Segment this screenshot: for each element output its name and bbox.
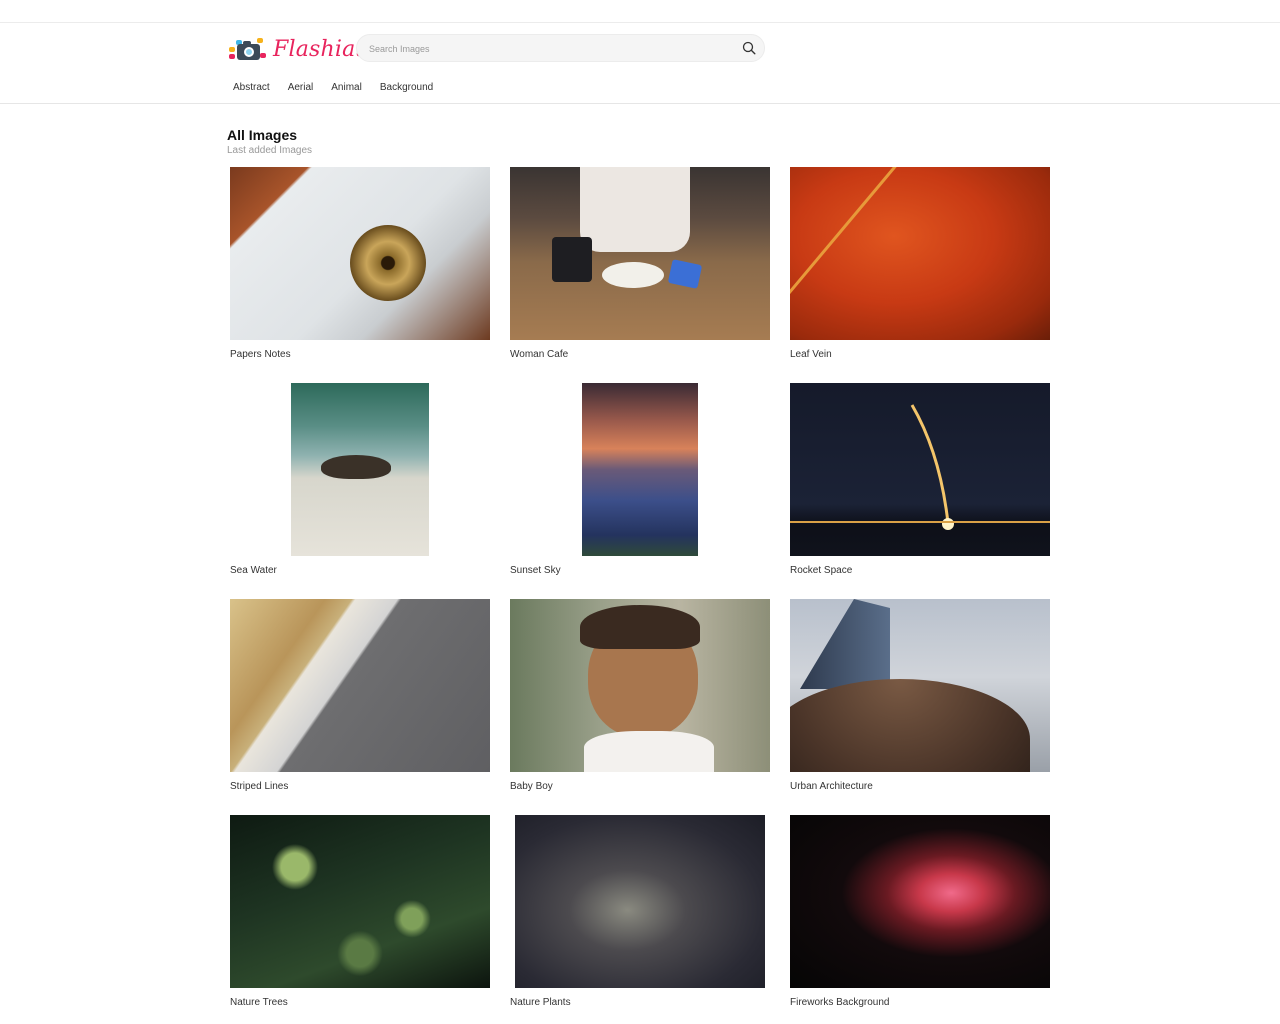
nav-item-aerial[interactable]: Aerial (288, 82, 314, 93)
sea-water-image[interactable] (291, 383, 429, 556)
search-icon[interactable] (742, 41, 756, 55)
camera-logo-icon (229, 36, 267, 62)
striped-lines-image[interactable] (230, 599, 490, 772)
site-header: Flashiat Abstract Aerial Animal Backgrou… (0, 23, 1280, 104)
browser-top-strip (0, 0, 1280, 23)
urban-architecture-image[interactable] (790, 599, 1050, 772)
category-nav: Abstract Aerial Animal Background (233, 82, 451, 93)
woman-cafe-image[interactable] (510, 167, 770, 340)
image-title[interactable]: Urban Architecture (790, 781, 873, 792)
search-bar[interactable] (356, 34, 765, 62)
image-title[interactable]: Sea Water (230, 565, 277, 576)
site-logo[interactable]: Flashiat (229, 35, 364, 63)
nav-item-background[interactable]: Background (380, 82, 433, 93)
image-title[interactable]: Baby Boy (510, 781, 553, 792)
nav-item-abstract[interactable]: Abstract (233, 82, 270, 93)
brand-name: Flashiat (273, 36, 365, 62)
leaf-vein-image[interactable] (790, 167, 1050, 340)
baby-boy-image[interactable] (510, 599, 770, 772)
image-title[interactable]: Leaf Vein (790, 349, 832, 360)
image-title[interactable]: Fireworks Background (790, 997, 889, 1008)
nature-trees-image[interactable] (230, 815, 490, 988)
fireworks-background-image[interactable] (790, 815, 1050, 988)
sunset-sky-image[interactable] (582, 383, 698, 556)
section-title: All Images (227, 127, 298, 143)
section-subtitle: Last added Images (227, 145, 313, 156)
image-title[interactable]: Papers Notes (230, 349, 291, 360)
image-title[interactable]: Sunset Sky (510, 565, 561, 576)
search-input[interactable] (367, 39, 731, 59)
image-title[interactable]: Woman Cafe (510, 349, 568, 360)
papers-notes-image[interactable] (230, 167, 490, 340)
rocket-space-image[interactable] (790, 383, 1050, 556)
image-title[interactable]: Striped Lines (230, 781, 288, 792)
nav-item-animal[interactable]: Animal (331, 82, 362, 93)
image-title[interactable]: Nature Plants (510, 997, 571, 1008)
image-title[interactable]: Rocket Space (790, 565, 852, 576)
image-title[interactable]: Nature Trees (230, 997, 288, 1008)
nature-plants-image[interactable] (515, 815, 765, 988)
